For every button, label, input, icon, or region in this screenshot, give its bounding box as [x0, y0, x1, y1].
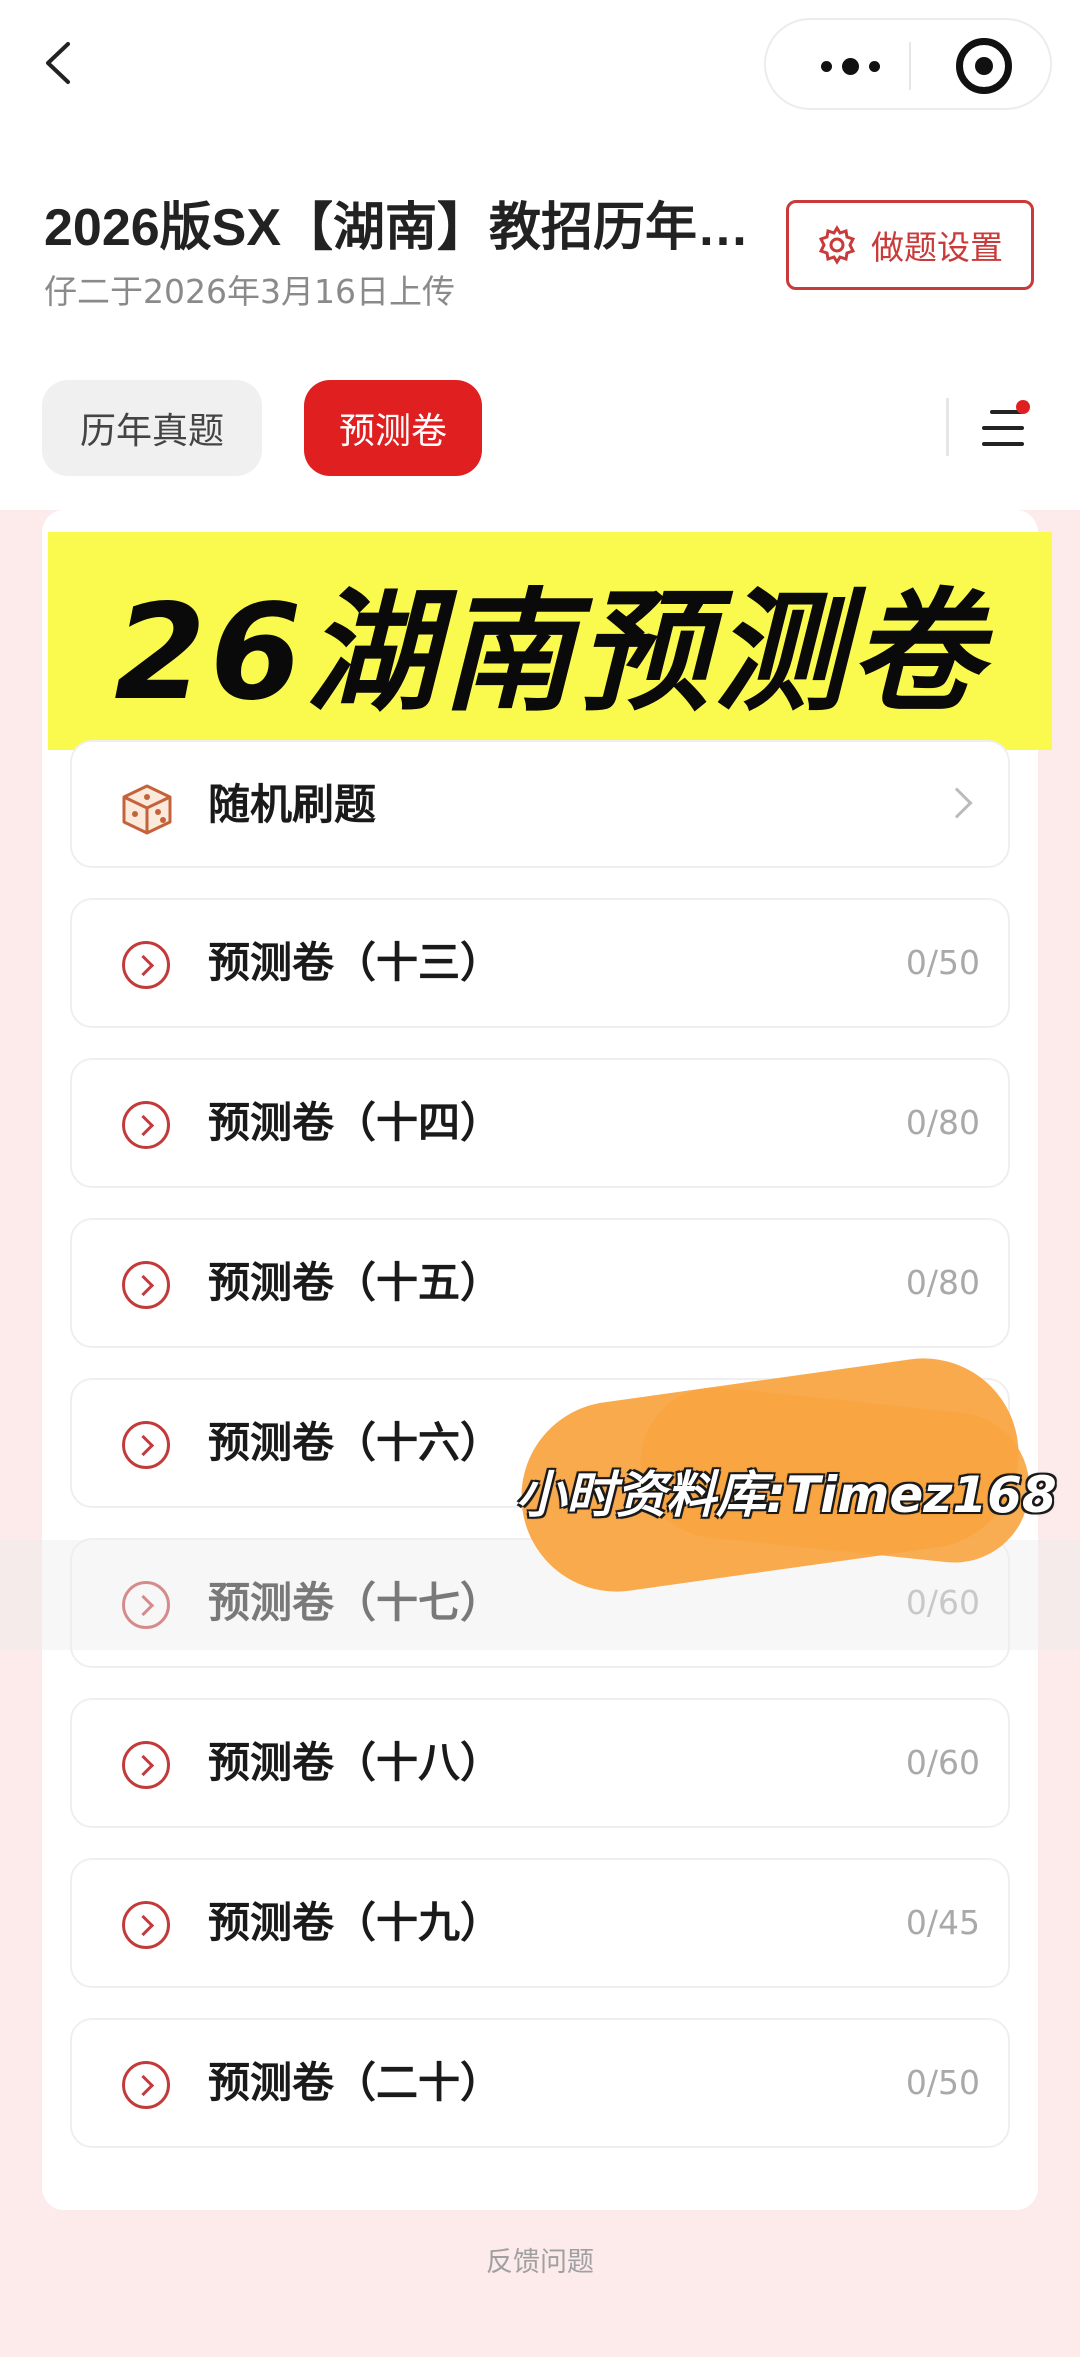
- more-dots-icon[interactable]: [806, 38, 894, 94]
- paper-title: 预测卷（十六）: [208, 1418, 503, 1467]
- paper-title: 预测卷（十五）: [208, 1258, 503, 1307]
- paper-progress: 0/60: [905, 1743, 980, 1782]
- capsule-divider: [909, 42, 911, 90]
- mini-program-capsule: [764, 18, 1052, 110]
- paper-progress: 0/80: [905, 1103, 980, 1142]
- upload-info: 仔二于2026年3月16日上传: [44, 272, 455, 311]
- paper-row[interactable]: 预测卷（十五） 0/80: [70, 1218, 1010, 1348]
- paper-progress: 0/50: [905, 943, 980, 982]
- play-circle-icon: [122, 1901, 170, 1949]
- paper-title: 预测卷（十九）: [208, 1898, 503, 1947]
- play-circle-icon: [122, 1741, 170, 1789]
- target-circle-icon[interactable]: [956, 38, 1012, 94]
- paper-progress: 0/80: [905, 1263, 980, 1302]
- chevron-right-icon: [941, 787, 973, 819]
- play-circle-icon: [122, 1261, 170, 1309]
- notification-dot: [1016, 400, 1030, 414]
- random-practice-row[interactable]: 随机刷题: [70, 740, 1010, 868]
- paper-title: 预测卷（十八）: [208, 1738, 503, 1787]
- dice-icon: [122, 784, 172, 835]
- paper-title: 预测卷（十四）: [208, 1098, 503, 1147]
- paper-row[interactable]: 预测卷（十八） 0/60: [70, 1698, 1010, 1828]
- paper-progress: 0/45: [905, 1903, 980, 1942]
- play-circle-icon: [122, 2061, 170, 2109]
- play-circle-icon: [122, 1421, 170, 1469]
- promo-banner: 26湖南预测卷: [48, 532, 1052, 750]
- play-circle-icon: [122, 941, 170, 989]
- gear-icon: [818, 225, 856, 265]
- paper-row[interactable]: 预测卷（十九） 0/45: [70, 1858, 1010, 1988]
- play-circle-icon: [122, 1101, 170, 1149]
- random-practice-label: 随机刷题: [208, 780, 377, 829]
- filter-divider: [946, 398, 949, 456]
- page-title: 2026版SX【湖南】教招历年…: [44, 199, 750, 257]
- quiz-settings-label: 做题设置: [871, 228, 1003, 267]
- paper-row[interactable]: 预测卷（十四） 0/80: [70, 1058, 1010, 1188]
- paper-row[interactable]: 预测卷（十三） 0/50: [70, 898, 1010, 1028]
- paper-title: 预测卷（十三）: [208, 938, 503, 987]
- feedback-link[interactable]: 反馈问题: [0, 2240, 1080, 2279]
- filter-menu-icon[interactable]: [976, 400, 1032, 456]
- quiz-settings-button[interactable]: 做题设置: [786, 200, 1034, 290]
- paper-title: 预测卷（二十）: [208, 2058, 503, 2107]
- back-button[interactable]: [40, 40, 80, 86]
- paper-progress: 0/50: [905, 2063, 980, 2102]
- chevron-left-icon: [46, 42, 70, 84]
- watermark-text: 小时资料库:Timez168: [516, 1466, 1057, 1524]
- tab-prediction-papers[interactable]: 预测卷: [304, 380, 482, 476]
- tab-past-exams[interactable]: 历年真题: [42, 380, 262, 476]
- paper-row[interactable]: 预测卷（二十） 0/50: [70, 2018, 1010, 2148]
